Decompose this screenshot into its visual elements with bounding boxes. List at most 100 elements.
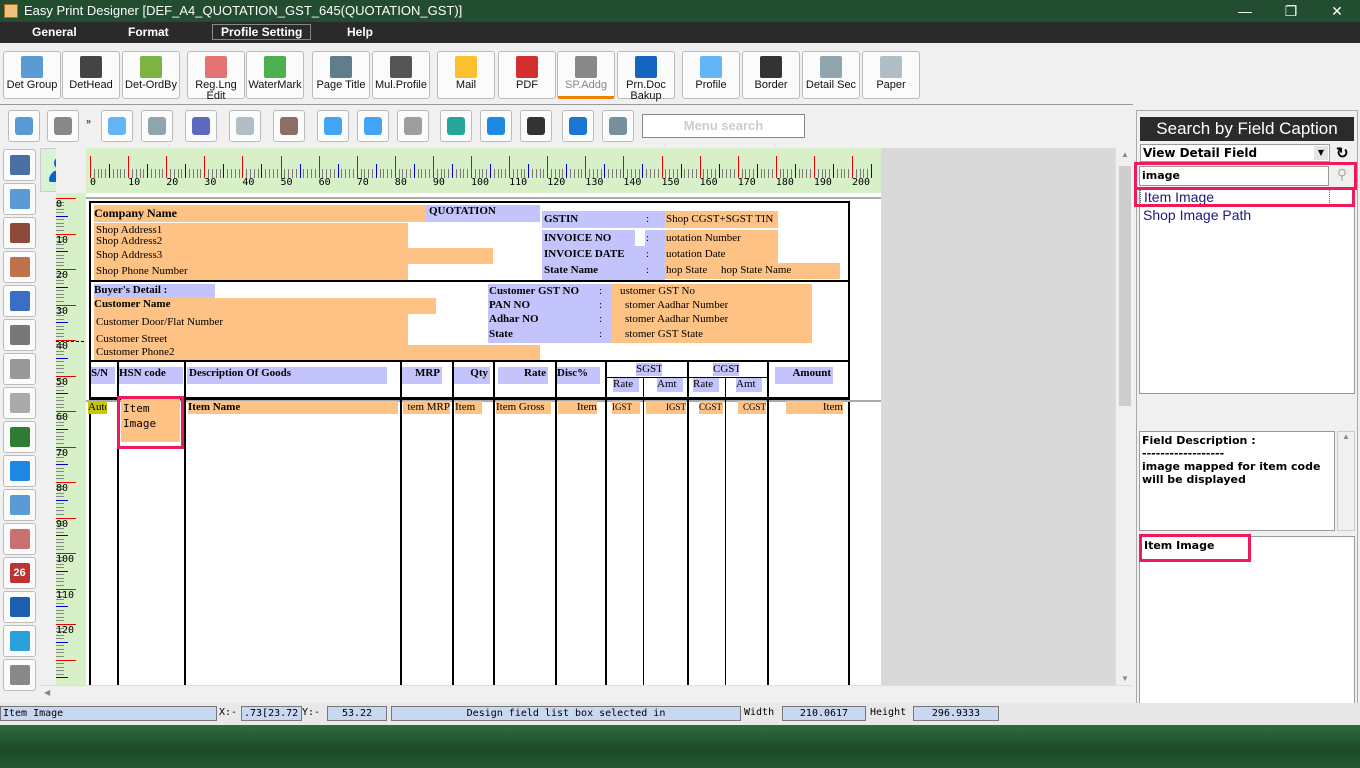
label-invoice-no[interactable]: INVOICE NO: [544, 232, 611, 245]
minimize-button[interactable]: —: [1222, 0, 1268, 22]
header-description[interactable]: Description Of Goods: [187, 367, 387, 384]
field-quotation-number[interactable]: uotation Number: [666, 232, 741, 245]
header-rate[interactable]: Rate: [498, 367, 548, 384]
view-field-select[interactable]: View Detail Field ▼: [1140, 144, 1330, 162]
globe-button[interactable]: [480, 110, 512, 142]
toolbar-button-reg-lng-edit[interactable]: Reg.Lng Edit: [187, 51, 245, 102]
field-gstin-value[interactable]: Shop CGST+SGST TIN: [666, 213, 773, 226]
field-company-name[interactable]: Company Name: [94, 205, 425, 222]
toolbar-button-sp-addg[interactable]: SP.Addg: [557, 51, 615, 99]
menu-profile-setting[interactable]: Profile Setting: [212, 24, 312, 40]
field-customer-street[interactable]: Customer Street: [96, 333, 167, 346]
label-pan[interactable]: PAN NO: [489, 299, 530, 312]
header-disc[interactable]: Disc%: [557, 367, 600, 384]
page-number-tool[interactable]: [3, 591, 36, 623]
field-cgst-amt[interactable]: CGST: [738, 401, 766, 414]
field-shop-state-name[interactable]: hop State Name: [721, 264, 791, 277]
field-customer-phone2[interactable]: Customer Phone2: [96, 346, 175, 359]
field-customer-gst-state[interactable]: stomer GST State: [625, 328, 703, 341]
menu-help[interactable]: Help: [347, 25, 373, 39]
preview-button[interactable]: [8, 110, 40, 142]
field-edit-button[interactable]: [101, 110, 133, 142]
printer-add-button[interactable]: [562, 110, 594, 142]
printer-settings-button[interactable]: [185, 110, 217, 142]
header-hsn[interactable]: HSN code: [119, 367, 183, 384]
page-settings-button[interactable]: [229, 110, 261, 142]
header-cgst[interactable]: CGST: [713, 363, 739, 376]
field-customer-name[interactable]: Customer Name: [94, 298, 436, 314]
note-edit-tool[interactable]: [3, 387, 36, 419]
pencil-tool[interactable]: [3, 251, 36, 283]
header-cgst-amt[interactable]: Amt: [736, 378, 762, 392]
toolbar-button-paper[interactable]: Paper: [862, 51, 920, 99]
clock-tool[interactable]: [3, 523, 36, 555]
field-shop-address2[interactable]: Shop Address2: [96, 235, 162, 248]
field-item-name[interactable]: Item Name: [188, 401, 398, 414]
numbered-list-tool[interactable]: [3, 455, 36, 487]
header-qty[interactable]: Qty: [454, 367, 490, 384]
toolbar-button-pdf[interactable]: PDF: [498, 51, 556, 99]
maximize-button[interactable]: ❐: [1268, 0, 1314, 22]
toolbar-button-mul-profile[interactable]: Mul.Profile: [372, 51, 430, 99]
field-cgst-rate[interactable]: CGST: [699, 401, 723, 414]
label-gstin[interactable]: GSTIN: [544, 213, 578, 226]
close-button[interactable]: ✕: [1314, 0, 1360, 22]
cloud-upload-button[interactable]: [317, 110, 349, 142]
field-delete-button[interactable]: [141, 110, 173, 142]
refresh-icon[interactable]: ↻: [1336, 144, 1349, 162]
field-shop-address3[interactable]: Shop Address3: [96, 249, 162, 262]
printer-button[interactable]: [602, 110, 634, 142]
print-button[interactable]: [47, 110, 79, 142]
menu-search-input[interactable]: Menu search: [642, 114, 805, 138]
toolbar-button-border[interactable]: Border: [742, 51, 800, 99]
field-quotation[interactable]: QUOTATION: [425, 205, 540, 222]
chevron-down-icon[interactable]: ▼: [1314, 146, 1328, 160]
field-item-amount[interactable]: Item: [786, 401, 843, 414]
percent-tool[interactable]: [3, 625, 36, 657]
toolbar-button-det-group[interactable]: Det Group: [3, 51, 61, 99]
menu-general[interactable]: General: [32, 25, 77, 39]
label-buyers-detail[interactable]: Buyer's Detail :: [94, 284, 215, 298]
field-customer-aadhar[interactable]: stomer Aadhar Number: [625, 313, 728, 326]
field-item-disc[interactable]: Item: [558, 401, 597, 414]
image-add-tool[interactable]: [3, 421, 36, 453]
field-result-list[interactable]: Item Image Shop Image Path: [1139, 187, 1355, 394]
toolbar-button-mail[interactable]: Mail: [437, 51, 495, 99]
vertical-scrollbar[interactable]: ▲ ▼: [1115, 148, 1133, 685]
toolbar-button-prn-doc-bakup[interactable]: Prn.Doc Bakup: [617, 51, 675, 102]
header-mrp[interactable]: MRP: [402, 367, 442, 384]
field-customer-door[interactable]: Customer Door/Flat Number: [96, 316, 223, 329]
cloud-download-button[interactable]: [357, 110, 389, 142]
header-sn[interactable]: S/N: [91, 367, 115, 384]
toolbar-button-det-ordby[interactable]: Det-OrdBy: [122, 51, 180, 99]
table-tool[interactable]: [3, 489, 36, 521]
calendar-tool[interactable]: 26: [3, 557, 36, 589]
header-sgst-rate[interactable]: Rate: [613, 378, 639, 392]
toolbar-button-detail-sec[interactable]: Detail Sec: [802, 51, 860, 99]
field-shop-phone[interactable]: Shop Phone Number: [96, 265, 188, 278]
line-tool[interactable]: [3, 217, 36, 249]
label-invoice-date[interactable]: INVOICE DATE: [544, 248, 625, 261]
overflow-chevron[interactable]: »: [86, 116, 91, 126]
field-igst-rate[interactable]: IGST: [612, 401, 640, 414]
header-amount[interactable]: Amount: [775, 367, 833, 384]
list-item-shop-image-path[interactable]: Shop Image Path: [1140, 207, 1354, 224]
header-cgst-rate[interactable]: Rate: [693, 378, 719, 392]
label-state-name[interactable]: State Name: [544, 264, 598, 277]
field-shop-state[interactable]: hop State: [666, 264, 707, 277]
field-igst-amt[interactable]: IGST: [646, 401, 686, 414]
field-auto-sn[interactable]: Auto: [88, 401, 107, 414]
field-customer-pan[interactable]: stomer Aadhar Number: [625, 299, 728, 312]
horizontal-scrollbar[interactable]: ◀: [40, 685, 1133, 702]
field-customer-gst-no[interactable]: ustomer GST No: [620, 285, 695, 298]
field-item-mrp[interactable]: tem MRP: [403, 401, 450, 414]
download-field-button[interactable]: [273, 110, 305, 142]
toolbar-button-profile[interactable]: Profile: [682, 51, 740, 99]
menu-format[interactable]: Format: [128, 25, 169, 39]
scrollbar-thumb[interactable]: [1119, 166, 1131, 406]
toolbar-button-dethead[interactable]: DetHead: [62, 51, 120, 99]
rectangle-tool[interactable]: [3, 319, 36, 351]
column-edit-tool[interactable]: [3, 353, 36, 385]
coins-tool[interactable]: [3, 659, 36, 691]
receipt-printer-button[interactable]: [397, 110, 429, 142]
